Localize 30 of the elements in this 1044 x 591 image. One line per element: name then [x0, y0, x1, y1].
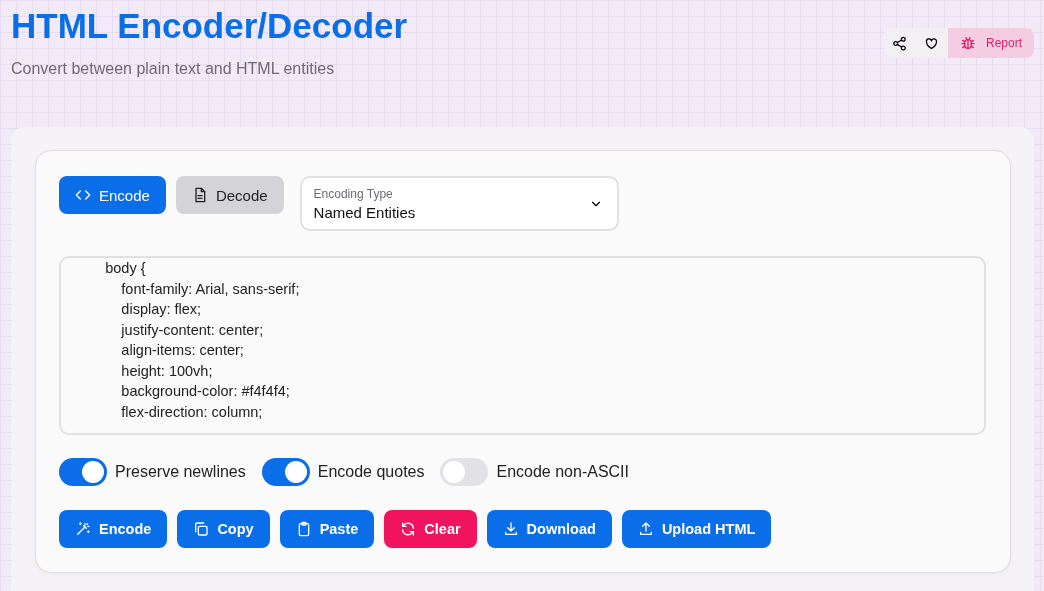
- action-button[interactable]: Clear: [384, 510, 477, 548]
- copy-icon: [193, 521, 210, 537]
- heart-icon: [924, 35, 940, 51]
- action-button[interactable]: Paste: [279, 510, 375, 548]
- magic-wand-icon: [75, 521, 91, 537]
- toggle-switch[interactable]: [59, 458, 107, 486]
- option-label: Encode quotes: [317, 463, 425, 481]
- refresh-icon: [400, 521, 417, 537]
- option-label: Encode non-ASCII: [496, 463, 629, 481]
- favorite-button[interactable]: [915, 28, 948, 58]
- report-button[interactable]: Report: [947, 28, 1034, 58]
- upload-icon: [637, 521, 654, 537]
- page-title: HTML Encoder/Decoder: [11, 6, 408, 46]
- encoding-type-dropdown[interactable]: Encoding Type Named Entities: [299, 176, 619, 231]
- code-input-field[interactable]: body { font-family: Arial, sans-serif; display: flex; justify-content: center; align-items: center; height: 100vh; background-color: #f4f4f4; flex-direction: column;: [59, 256, 986, 435]
- toggle-switch[interactable]: [261, 458, 310, 486]
- bug-icon: [959, 35, 976, 51]
- page-subtitle: Convert between plain text and HTML entities: [11, 60, 336, 78]
- action-button[interactable]: Download: [486, 510, 612, 548]
- mode-tab[interactable]: Decode: [175, 176, 284, 214]
- download-icon: [502, 521, 519, 537]
- action-button[interactable]: Upload HTML: [621, 510, 772, 548]
- option-label: Preserve newlines: [115, 463, 246, 481]
- toggle-switch[interactable]: [440, 458, 489, 486]
- code-icon: [75, 187, 91, 203]
- mode-tab[interactable]: Encode: [59, 176, 166, 214]
- share-button[interactable]: [883, 28, 916, 58]
- share-icon: [892, 35, 908, 51]
- action-button[interactable]: Copy: [177, 510, 270, 548]
- action-button[interactable]: Encode: [59, 510, 168, 548]
